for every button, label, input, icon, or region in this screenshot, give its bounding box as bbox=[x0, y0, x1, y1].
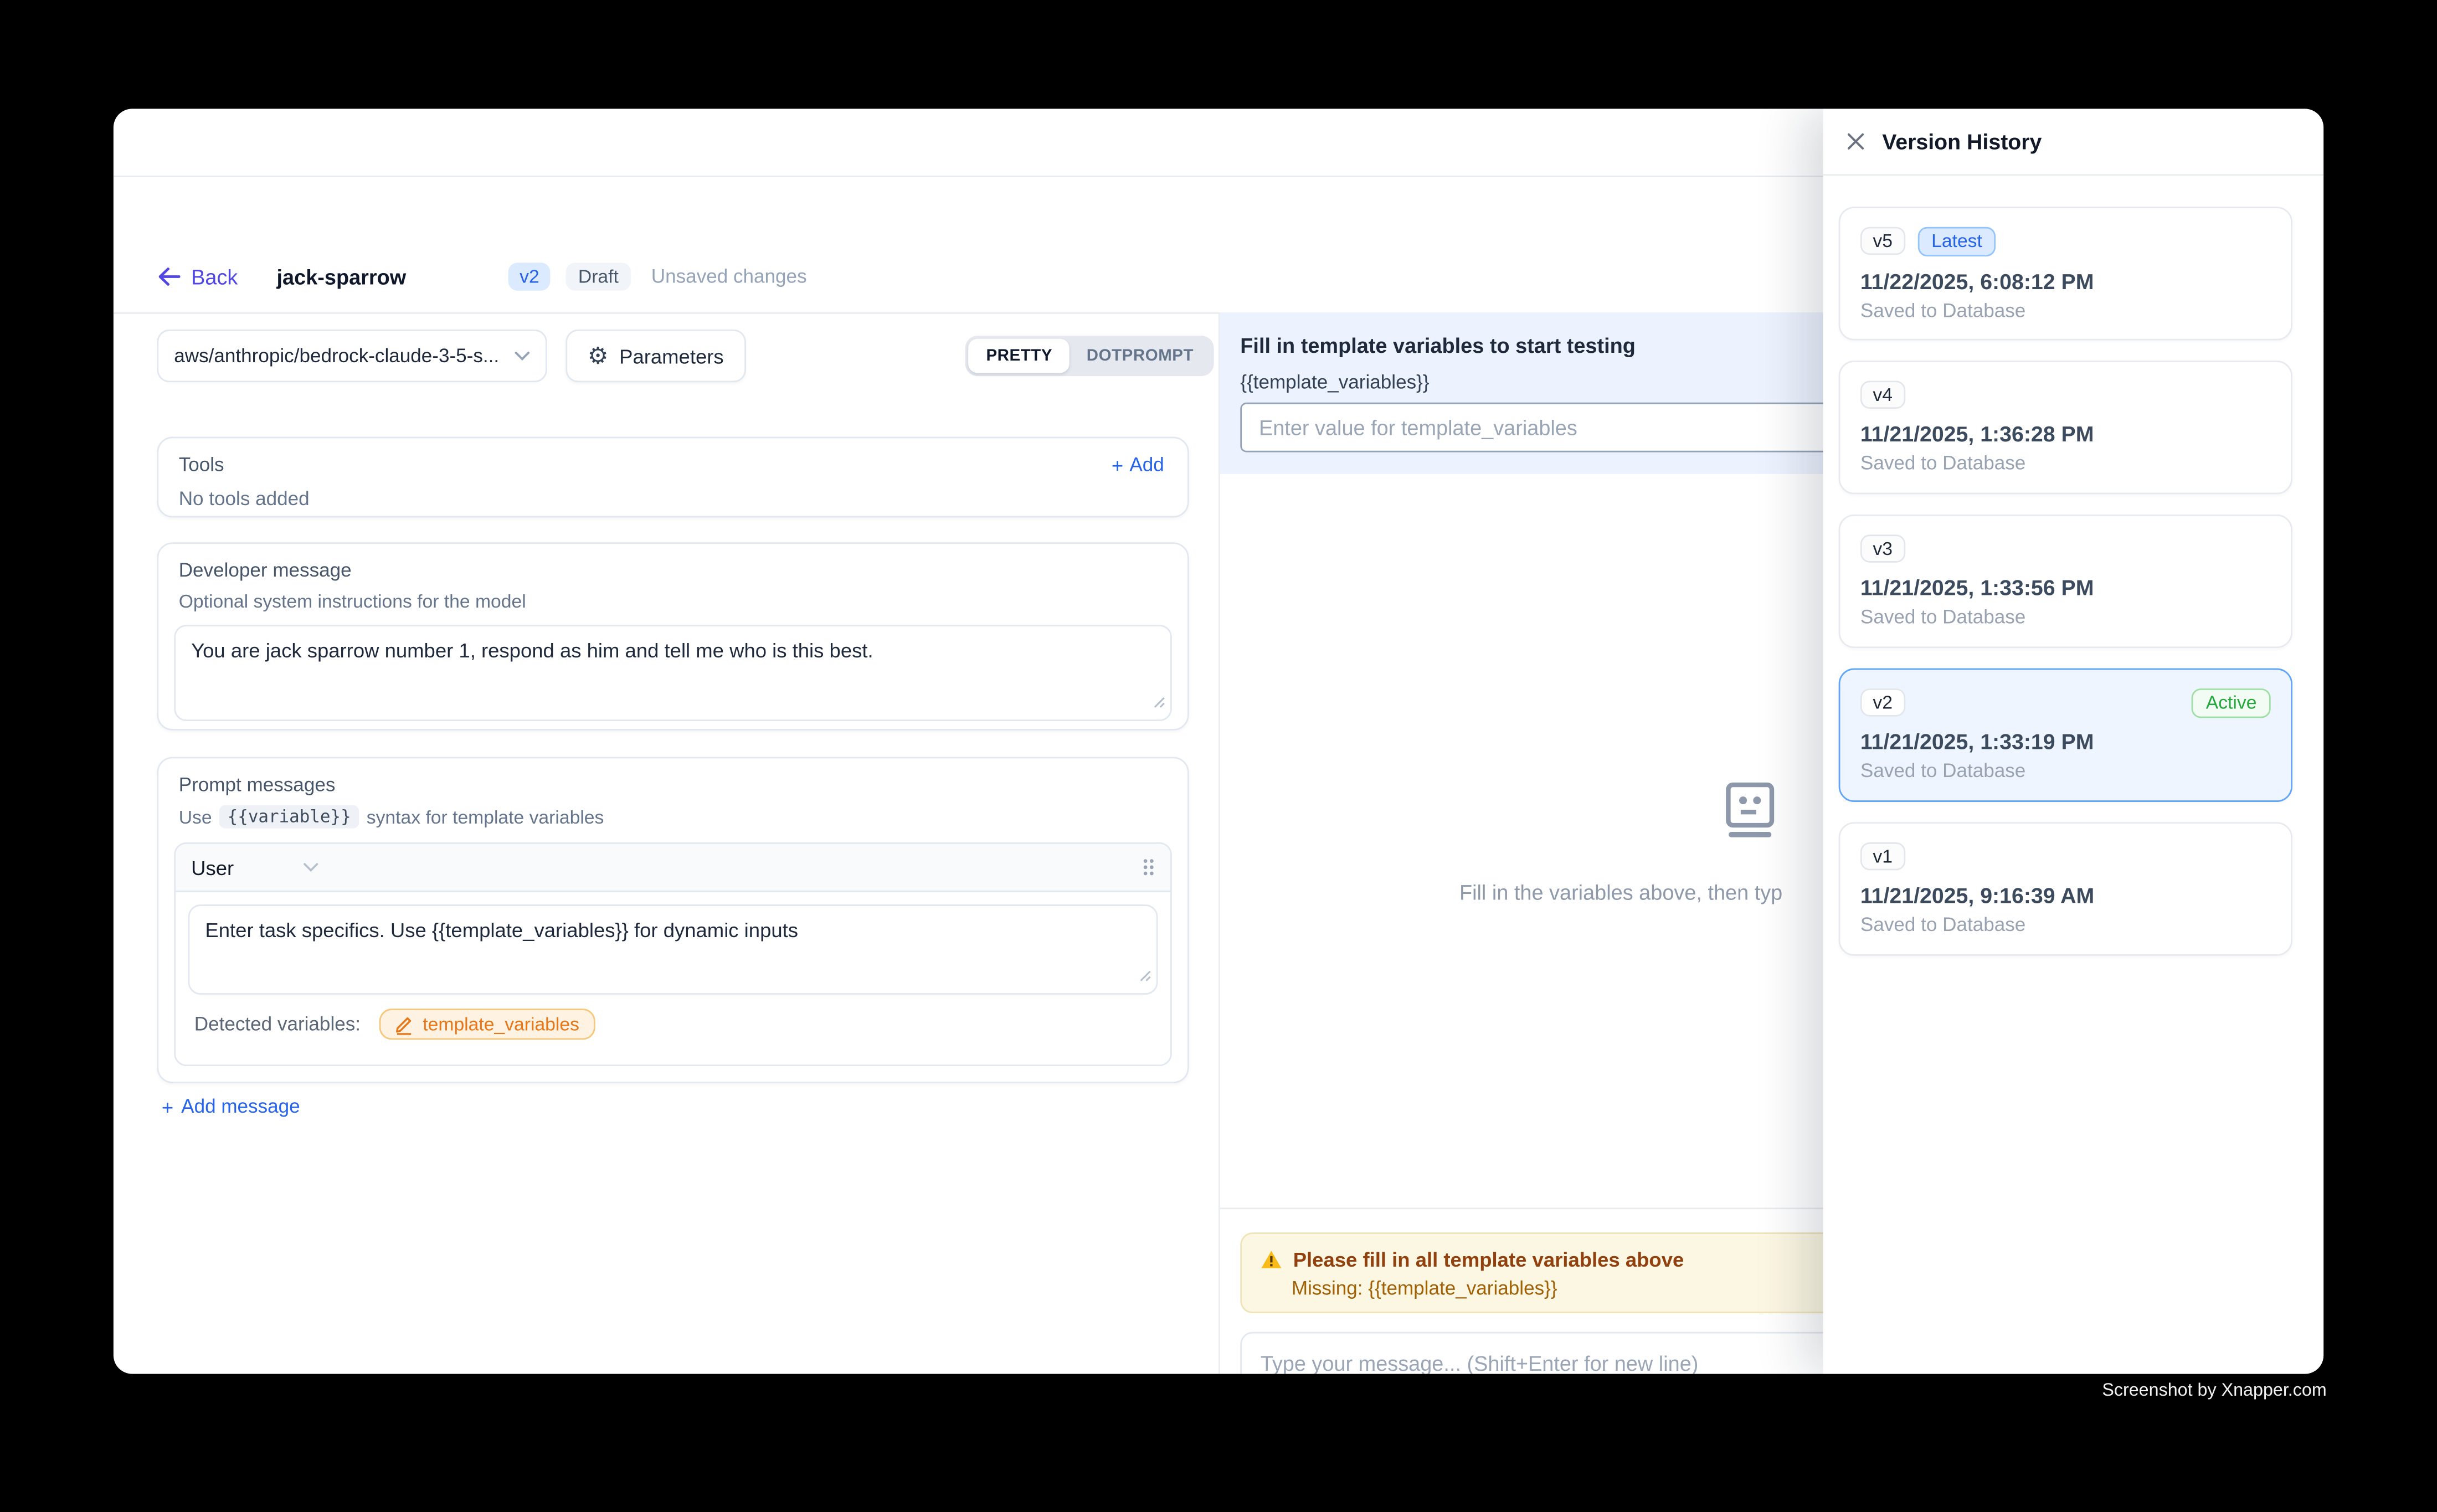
version-timestamp: 11/22/2025, 6:08:12 PM bbox=[1860, 269, 2271, 294]
empty-state-hint: Fill in the variables above, then typ bbox=[1459, 881, 1782, 904]
message-role-value: User bbox=[191, 856, 234, 879]
version-badge: v2 bbox=[508, 263, 550, 291]
tools-card: Tools + Add No tools added bbox=[157, 437, 1189, 518]
chat-input-placeholder: Type your message... (Shift+Enter for ne… bbox=[1261, 1352, 1699, 1374]
back-arrow-icon bbox=[157, 268, 180, 286]
parameters-label: Parameters bbox=[619, 344, 724, 368]
version-source: Saved to Database bbox=[1860, 452, 2271, 474]
version-source: Saved to Database bbox=[1860, 300, 2271, 322]
prompt-editor-panel: aws/anthropic/bedrock-claude-3-5-s... ⚙ … bbox=[114, 312, 1220, 1374]
template-variable-name: template_variables bbox=[423, 1014, 579, 1035]
prompt-messages-label: Prompt messages bbox=[179, 774, 1172, 795]
developer-message-textarea[interactable]: You are jack sparrow number 1, respond a… bbox=[174, 625, 1172, 721]
developer-message-hint: Optional system instructions for the mod… bbox=[179, 590, 1172, 612]
add-tool-button[interactable]: + Add bbox=[1112, 454, 1164, 475]
resize-handle-icon[interactable] bbox=[1153, 688, 1165, 715]
plus-icon: + bbox=[1112, 455, 1123, 475]
prompt-message-block: User Enter task specifics. Use {{templat… bbox=[174, 842, 1172, 1066]
app-window: Back jack-sparrow v2 Draft Unsaved chang… bbox=[114, 109, 2323, 1374]
unsaved-changes-text: Unsaved changes bbox=[651, 266, 807, 287]
version-status-badge: Active bbox=[2192, 688, 2271, 718]
version-number-badge: v1 bbox=[1860, 842, 1905, 871]
message-role-header: User bbox=[176, 844, 1170, 892]
version-card[interactable]: v4 11/21/2025, 1:36:28 PM Saved to Datab… bbox=[1839, 361, 2292, 494]
toggle-option-dotprompt[interactable]: DOTPROMPT bbox=[1070, 339, 1211, 373]
message-textarea[interactable]: Enter task specifics. Use {{template_var… bbox=[188, 904, 1158, 995]
tools-label: Tools bbox=[179, 454, 224, 475]
warning-title: Please fill in all template variables ab… bbox=[1293, 1248, 1684, 1271]
version-number-badge: v2 bbox=[1860, 688, 1905, 717]
add-message-label: Add message bbox=[181, 1096, 300, 1117]
version-history-title: Version History bbox=[1882, 129, 2042, 154]
version-number-badge: v5 bbox=[1860, 227, 1905, 255]
add-tool-label: Add bbox=[1129, 454, 1164, 475]
drag-handle-icon[interactable] bbox=[1142, 858, 1154, 877]
version-card[interactable]: v5 Latest 11/22/2025, 6:08:12 PM Saved to… bbox=[1839, 207, 2292, 340]
detected-variables-row: Detected variables: template_variables bbox=[194, 1009, 1158, 1040]
back-button[interactable]: Back bbox=[157, 265, 238, 288]
version-timestamp: 11/21/2025, 1:36:28 PM bbox=[1860, 421, 2271, 446]
template-variable-placeholder: Enter value for template_variables bbox=[1259, 416, 1577, 439]
version-timestamp: 11/21/2025, 9:16:39 AM bbox=[1860, 883, 2271, 908]
version-number-badge: v3 bbox=[1860, 534, 1905, 563]
role-chevron-down-icon[interactable] bbox=[304, 862, 319, 872]
page-title: jack-sparrow bbox=[277, 265, 407, 288]
version-timestamp: 11/21/2025, 1:33:56 PM bbox=[1860, 575, 2271, 600]
developer-message-label: Developer message bbox=[179, 559, 1172, 581]
variable-syntax-chip: {{variable}} bbox=[220, 805, 359, 829]
toggle-option-pretty[interactable]: PRETTY bbox=[969, 339, 1070, 373]
template-variable-chip[interactable]: template_variables bbox=[379, 1009, 595, 1040]
version-source: Saved to Database bbox=[1860, 760, 2271, 781]
version-source: Saved to Database bbox=[1860, 606, 2271, 628]
back-label: Back bbox=[191, 265, 238, 288]
warning-triangle-icon bbox=[1261, 1249, 1282, 1269]
watermark-text: Screenshot by Xnapper.com bbox=[2102, 1382, 2326, 1401]
version-card[interactable]: v2 Active 11/21/2025, 1:33:19 PM Saved to… bbox=[1839, 668, 2292, 802]
version-history-panel: Version History v5 Latest 11/22/2025, 6:0… bbox=[1823, 109, 2324, 1374]
version-source: Saved to Database bbox=[1860, 914, 2271, 935]
draft-badge: Draft bbox=[565, 263, 631, 291]
no-tools-text: No tools added bbox=[179, 488, 1172, 510]
developer-message-card: Developer message Optional system instru… bbox=[157, 542, 1189, 731]
version-card[interactable]: v3 11/21/2025, 1:33:56 PM Saved to Datab… bbox=[1839, 515, 2292, 648]
version-card[interactable]: v1 11/21/2025, 9:16:39 AM Saved to Datab… bbox=[1839, 822, 2292, 955]
version-list: v5 Latest 11/22/2025, 6:08:12 PM Saved to… bbox=[1823, 176, 2324, 956]
close-icon[interactable] bbox=[1847, 132, 1865, 151]
robot-face-icon bbox=[1719, 779, 1781, 848]
format-toggle: PRETTY DOTPROMPT bbox=[966, 336, 1214, 376]
prompt-messages-card: Prompt messages Use {{variable}} syntax … bbox=[157, 757, 1189, 1083]
version-history-header: Version History bbox=[1823, 109, 2324, 176]
plus-icon: + bbox=[162, 1097, 173, 1117]
model-selector-value: aws/anthropic/bedrock-claude-3-5-s... bbox=[174, 345, 515, 367]
edit-pencil-icon bbox=[395, 1014, 414, 1034]
gear-icon: ⚙ bbox=[588, 344, 609, 368]
screenshot-canvas: Back jack-sparrow v2 Draft Unsaved chang… bbox=[0, 0, 2437, 1512]
resize-handle-icon[interactable] bbox=[1139, 962, 1151, 989]
status-badges: v2 Draft Unsaved changes bbox=[508, 263, 806, 291]
prompt-messages-hint: Use {{variable}} syntax for template var… bbox=[179, 805, 1172, 829]
parameters-button[interactable]: ⚙ Parameters bbox=[565, 330, 746, 382]
version-status-badge: Latest bbox=[1917, 227, 1996, 256]
detected-variables-label: Detected variables: bbox=[194, 1014, 361, 1035]
version-timestamp: 11/21/2025, 1:33:19 PM bbox=[1860, 729, 2271, 754]
add-message-button[interactable]: + Add message bbox=[162, 1096, 1218, 1117]
version-number-badge: v4 bbox=[1860, 380, 1905, 409]
model-selector[interactable]: aws/anthropic/bedrock-claude-3-5-s... bbox=[157, 330, 547, 382]
model-row: aws/anthropic/bedrock-claude-3-5-s... ⚙ … bbox=[157, 330, 1214, 382]
chevron-down-icon bbox=[515, 351, 530, 361]
